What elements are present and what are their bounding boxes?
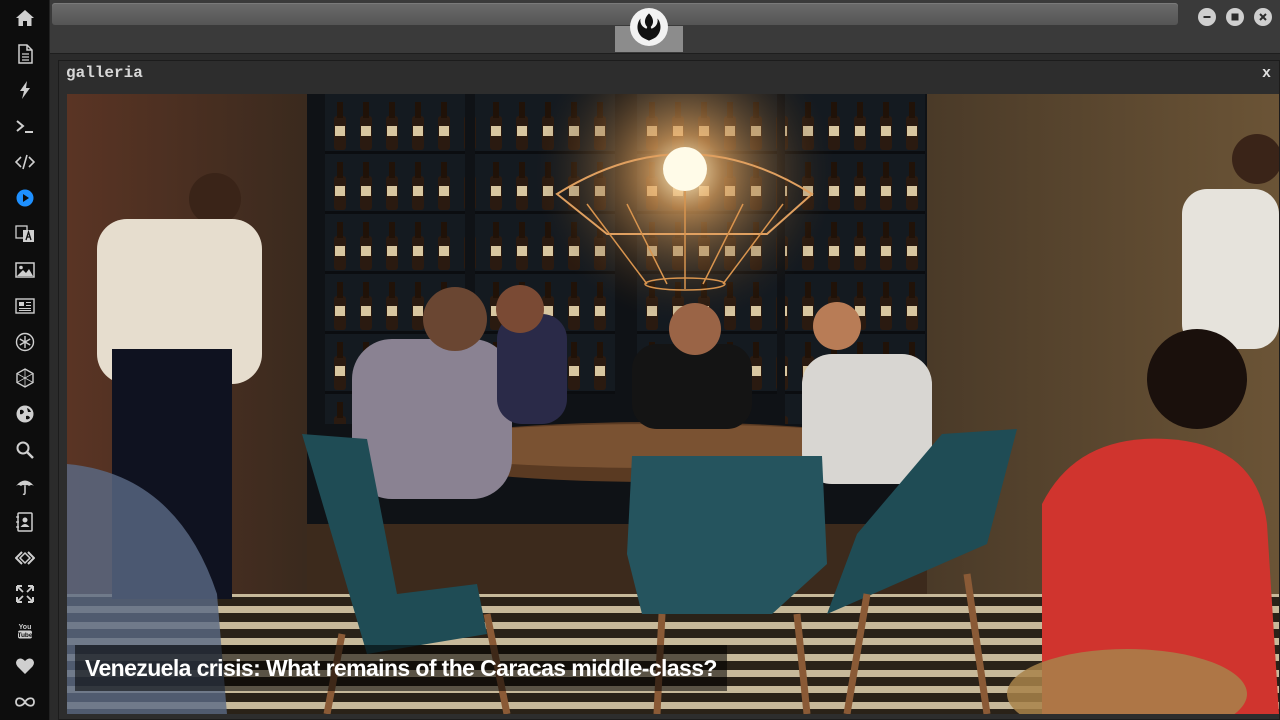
close-window-button[interactable] [1254, 8, 1272, 26]
gallery-panel: galleria x Venezuela crisis: What remain… [58, 60, 1280, 720]
umbrella-icon[interactable] [0, 468, 50, 504]
heart-icon[interactable] [0, 648, 50, 684]
rebel-alliance-icon[interactable] [630, 8, 668, 46]
play-icon[interactable] [0, 180, 50, 216]
newspaper-icon[interactable] [0, 288, 50, 324]
maximize-button[interactable] [1226, 8, 1244, 26]
minimize-button[interactable] [1198, 8, 1216, 26]
svg-text:Tube: Tube [17, 632, 32, 639]
fullscreen-icon[interactable] [0, 576, 50, 612]
app-dock: You Tube [0, 0, 50, 720]
gallery-photo[interactable]: Venezuela crisis: What remains of the Ca… [67, 94, 1279, 714]
caption-text: Venezuela crisis: What remains of the Ca… [85, 654, 717, 681]
hexagon-icon[interactable] [0, 360, 50, 396]
translate-icon[interactable] [0, 216, 50, 252]
window-top-bar [50, 0, 1280, 54]
panel-close-button[interactable]: x [1262, 65, 1271, 82]
address-bar[interactable] [52, 3, 1178, 25]
panel-title: galleria [66, 64, 143, 82]
snowflake-icon[interactable] [0, 324, 50, 360]
svg-text:You: You [19, 624, 32, 631]
globe-icon[interactable] [0, 396, 50, 432]
restaurant-photo [67, 94, 1279, 714]
infinity-icon[interactable] [0, 684, 50, 720]
code-icon[interactable] [0, 144, 50, 180]
document-icon[interactable] [0, 36, 50, 72]
photo-caption: Venezuela crisis: What remains of the Ca… [75, 645, 727, 691]
image-icon[interactable] [0, 252, 50, 288]
home-icon[interactable] [0, 0, 50, 36]
youtube-icon[interactable]: You Tube [0, 612, 50, 648]
bolt-icon[interactable] [0, 72, 50, 108]
terminal-icon[interactable] [0, 108, 50, 144]
share-icon[interactable] [0, 540, 50, 576]
contacts-icon[interactable] [0, 504, 50, 540]
search-icon[interactable] [0, 432, 50, 468]
